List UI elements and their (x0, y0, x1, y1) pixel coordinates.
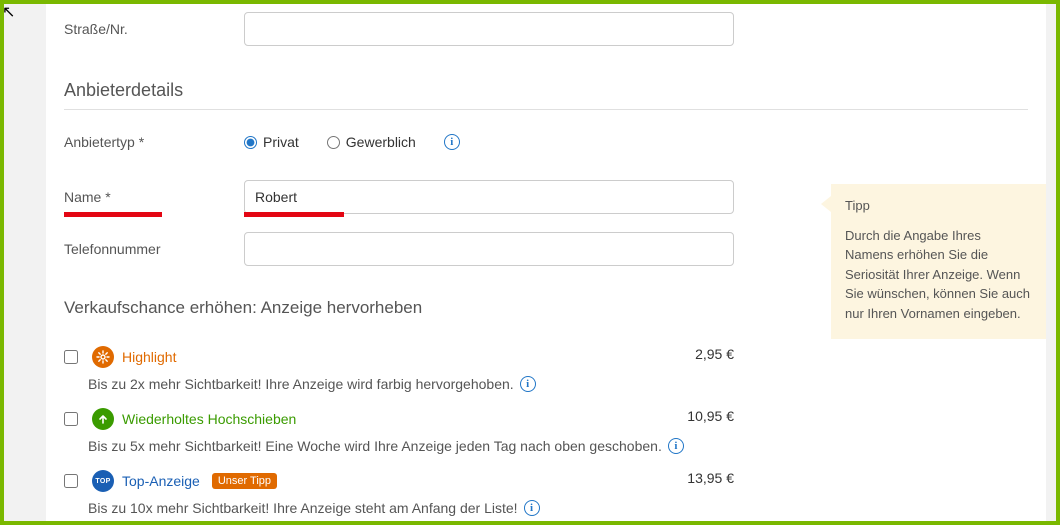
boost-item-top: TOP Top-Anzeige Unser Tipp 13,95 € Bis z… (64, 466, 734, 528)
checkbox-highlight[interactable] (64, 350, 78, 364)
info-icon[interactable]: i (520, 376, 536, 392)
label-street: Straße/Nr. (64, 21, 244, 37)
highlight-marker-label (64, 212, 162, 217)
checkbox-repush[interactable] (64, 412, 78, 426)
street-input[interactable] (244, 12, 734, 46)
boost-item-repush: Wiederholtes Hochschieben 10,95 € Bis zu… (64, 404, 734, 466)
form-card: Straße/Nr. Anbieterdetails Anbietertyp *… (46, 4, 1046, 521)
repush-icon (92, 408, 114, 430)
boost-item-highlight: Highlight 2,95 € Bis zu 2x mehr Sichtbar… (64, 342, 734, 404)
name-input[interactable] (244, 180, 734, 214)
label-provider-type: Anbietertyp * (64, 134, 244, 150)
highlight-icon (92, 346, 114, 368)
radio-commercial-input[interactable] (327, 136, 340, 149)
tip-title: Tipp (845, 196, 1032, 216)
info-icon[interactable]: i (444, 134, 460, 150)
highlight-marker-input (244, 212, 344, 217)
boost-price-repush: 10,95 € (687, 408, 734, 424)
row-street: Straße/Nr. (64, 4, 1028, 52)
mouse-cursor: ↖ (2, 2, 15, 22)
checkbox-top[interactable] (64, 474, 78, 488)
heading-provider-details: Anbieterdetails (64, 80, 1028, 101)
info-icon[interactable]: i (524, 500, 540, 516)
row-provider-type: Anbietertyp * Privat Gewerblich i (64, 128, 1028, 156)
boost-desc-highlight: Bis zu 2x mehr Sichtbarkeit! Ihre Anzeig… (88, 376, 514, 392)
radio-private-label: Privat (263, 134, 299, 150)
radio-commercial-label: Gewerblich (346, 134, 416, 150)
boost-price-highlight: 2,95 € (695, 346, 734, 362)
radio-private[interactable]: Privat (244, 134, 299, 150)
radio-private-input[interactable] (244, 136, 257, 149)
top-icon: TOP (92, 470, 114, 492)
badge-our-tip: Unser Tipp (212, 473, 277, 489)
boost-desc-repush: Bis zu 5x mehr Sichtbarkeit! Eine Woche … (88, 438, 662, 454)
provider-type-options: Privat Gewerblich i (244, 134, 460, 150)
phone-input[interactable] (244, 232, 734, 266)
radio-commercial[interactable]: Gewerblich (327, 134, 416, 150)
info-icon[interactable]: i (668, 438, 684, 454)
boost-title-highlight: Highlight (122, 349, 176, 365)
boost-price-top: 13,95 € (687, 470, 734, 486)
divider (64, 109, 1028, 110)
label-name: Name * (64, 189, 244, 205)
boost-title-top: Top-Anzeige (122, 473, 200, 489)
tip-box: Tipp Durch die Angabe Ihres Namens erhöh… (831, 184, 1046, 339)
label-phone: Telefonnummer (64, 241, 244, 257)
boost-desc-top: Bis zu 10x mehr Sichtbarkeit! Ihre Anzei… (88, 500, 518, 516)
tip-body: Durch die Angabe Ihres Namens erhöhen Si… (845, 226, 1032, 324)
boost-title-repush: Wiederholtes Hochschieben (122, 411, 296, 427)
